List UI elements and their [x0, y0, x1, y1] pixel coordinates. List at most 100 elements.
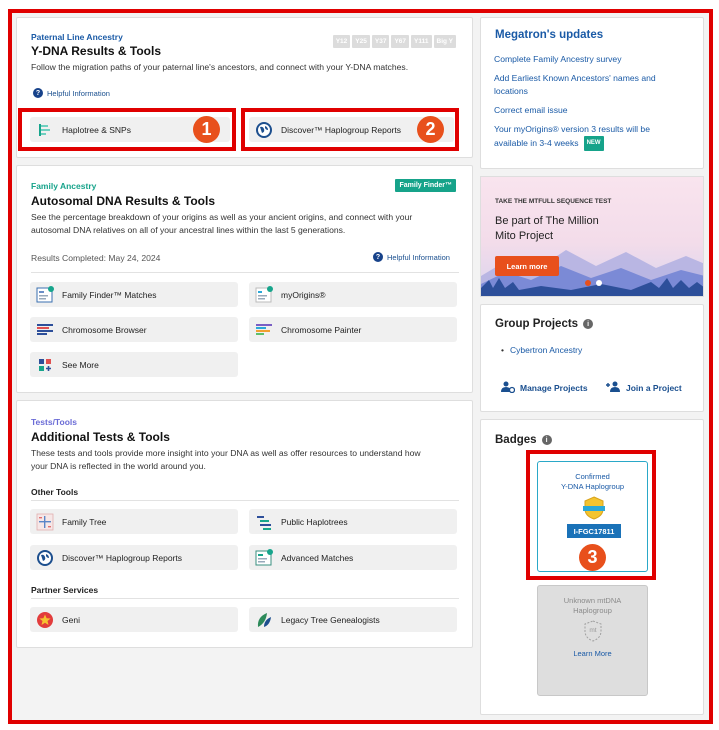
learn-more-link[interactable]: Learn More — [538, 649, 647, 658]
info-icon[interactable]: i — [541, 435, 552, 445]
see-more-label: See More — [62, 359, 99, 370]
group-projects-title: Group Projects — [495, 318, 579, 330]
family-finder-badge: Family Finder™ — [395, 179, 456, 192]
autosomal-description-1: See the percentage breakdown of your ori… — [31, 212, 413, 222]
help-label: Helpful Information — [47, 88, 110, 98]
learn-more-button[interactable]: Learn more — [495, 256, 559, 276]
ydna-title: Y-DNA Results & Tools — [31, 44, 162, 58]
geni-button[interactable]: Geni — [30, 607, 238, 632]
myorigins-button[interactable]: myOrigins® — [249, 282, 457, 307]
manage-projects-icon — [501, 381, 516, 395]
callout-number-1: 1 — [193, 116, 220, 143]
test-tag-y67: Y67 — [391, 35, 410, 48]
partner-services-heading: Partner Services — [31, 585, 99, 595]
promo-line-1: Be part of The Million — [495, 215, 599, 227]
new-badge: NEW — [583, 136, 604, 151]
help-icon: ? — [373, 252, 383, 262]
public-haplotrees-button[interactable]: Public Haplotrees — [249, 509, 457, 534]
callout-number-2: 2 — [417, 116, 444, 143]
mt-shield-icon: mt — [582, 620, 604, 642]
chromosome-browser-icon — [36, 321, 54, 339]
update-link-myorigins[interactable]: Your myOrigins® version 3 results will b… — [494, 123, 650, 136]
manage-projects-button[interactable]: Manage Projects — [501, 381, 588, 395]
promo-kicker: TAKE THE MTFULL SEQUENCE TEST — [495, 198, 612, 205]
chromosome-painter-button[interactable]: Chromosome Painter — [249, 317, 457, 342]
update-link-survey[interactable]: Complete Family Ancestry survey — [494, 53, 622, 66]
update-link-myorigins-label: available in 3-4 weeks — [494, 138, 579, 148]
join-project-label: Join a Project — [626, 383, 682, 393]
unknown-mtdna-badge[interactable]: Unknown mtDNA Haplogroup mt Learn More — [537, 585, 648, 696]
geni-label: Geni — [62, 614, 80, 625]
test-tag-y25: Y25 — [352, 35, 370, 48]
discover-haplogroup-reports-button[interactable]: Discover™ Haplogroup Reports — [30, 545, 238, 570]
join-project-button[interactable]: Join a Project — [605, 381, 682, 395]
divider — [31, 598, 459, 599]
legacy-tree-button[interactable]: Legacy Tree Genealogists — [249, 607, 457, 632]
manage-projects-label: Manage Projects — [520, 383, 588, 393]
geni-icon — [36, 611, 54, 629]
tests-tools-title: Additional Tests & Tools — [31, 430, 170, 444]
test-tag-bigy: Big Y — [433, 35, 456, 48]
grid-icon — [36, 356, 54, 374]
update-link-ancestors[interactable]: Add Earliest Known Ancestors' names and — [494, 72, 656, 85]
tests-tools-description-2: your DNA is reflected in the world aroun… — [31, 461, 206, 471]
test-tag-y111: Y111 — [411, 35, 432, 48]
update-link-myorigins-line2[interactable]: available in 3-4 weeks NEW — [494, 136, 604, 151]
haplotree-icon — [255, 513, 273, 531]
mt-label: mt — [589, 627, 597, 634]
autosomal-help-link[interactable]: ? Helpful Information — [373, 252, 450, 262]
update-link-ancestors-line2[interactable]: locations — [494, 85, 528, 98]
badges-title-row: Badges i — [495, 434, 552, 446]
unknown-label-2: Haplogroup — [573, 606, 612, 615]
family-finder-matches-label: Family Finder™ Matches — [62, 289, 157, 300]
add-person-icon — [605, 381, 621, 395]
carousel-dot-active[interactable] — [585, 280, 591, 286]
myorigins-icon — [255, 285, 273, 304]
unknown-label-1: Unknown mtDNA — [563, 596, 622, 605]
advanced-matches-icon — [255, 548, 273, 567]
ydna-label: Paternal Line Ancestry — [31, 32, 123, 42]
chromosome-browser-button[interactable]: Chromosome Browser — [30, 317, 238, 342]
advanced-matches-label: Advanced Matches — [281, 552, 354, 563]
group-projects-title-row: Group Projects i — [495, 318, 594, 330]
matches-icon — [36, 285, 54, 304]
results-completed: Results Completed: May 24, 2024 — [31, 253, 161, 263]
legacy-tree-label: Legacy Tree Genealogists — [281, 614, 380, 625]
updates-title: Megatron's updates — [495, 29, 604, 41]
discover-haplogroup-reports-label: Discover™ Haplogroup Reports — [62, 552, 182, 563]
test-tag-y37: Y37 — [371, 35, 390, 48]
family-tree-label: Family Tree — [62, 516, 107, 527]
carousel-dot[interactable] — [596, 280, 602, 286]
callout-number-3: 3 — [579, 544, 606, 571]
ydna-help-link[interactable]: ? Helpful Information — [33, 88, 110, 98]
family-tree-button[interactable]: Family Tree — [30, 509, 238, 534]
tests-tools-label: Tests/Tools — [31, 417, 77, 427]
chromosome-painter-label: Chromosome Painter — [281, 324, 362, 335]
other-tools-heading: Other Tools — [31, 487, 79, 497]
myorigins-label: myOrigins® — [281, 289, 326, 300]
ydna-description: Follow the migration paths of your pater… — [31, 62, 409, 72]
advanced-matches-button[interactable]: Advanced Matches — [249, 545, 457, 570]
see-more-button[interactable]: See More — [30, 352, 238, 377]
promo-banner: TAKE THE MTFULL SEQUENCE TEST Be part of… — [480, 176, 704, 297]
ydna-test-tags: Y12 Y25 Y37 Y67 Y111 Big Y — [331, 30, 456, 48]
help-label: Helpful Information — [387, 252, 450, 262]
family-finder-matches-button[interactable]: Family Finder™ Matches — [30, 282, 238, 307]
test-tag-y12: Y12 — [332, 35, 351, 48]
chromosome-painter-icon — [255, 321, 273, 339]
tests-tools-description-1: These tests and tools provide more insig… — [31, 448, 421, 458]
help-icon: ? — [33, 88, 43, 98]
autosomal-description-2: autosomal DNA relatives on all of your a… — [31, 225, 346, 235]
leaf-icon — [255, 611, 273, 629]
divider — [31, 500, 459, 501]
chromosome-browser-label: Chromosome Browser — [62, 324, 147, 335]
divider — [31, 272, 459, 273]
project-link: Cybertron Ancestry — [509, 345, 583, 355]
public-haplotrees-label: Public Haplotrees — [281, 516, 348, 527]
globe-icon — [36, 549, 54, 567]
project-list-item[interactable]: • Cybertron Ancestry — [501, 345, 582, 355]
bullet: • — [501, 345, 504, 355]
info-icon[interactable]: i — [583, 319, 594, 329]
autosomal-label: Family Ancestry — [31, 181, 97, 191]
update-link-email[interactable]: Correct email issue — [494, 104, 568, 117]
